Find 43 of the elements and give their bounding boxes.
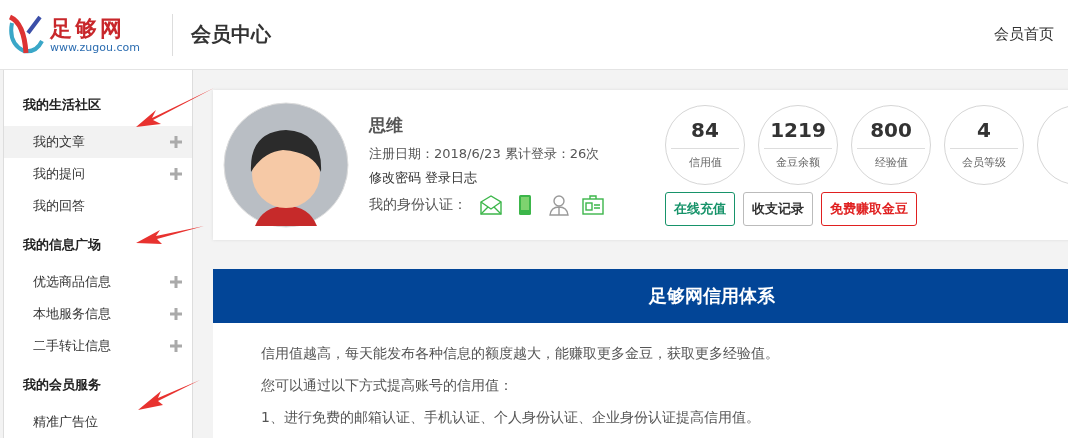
email-icon[interactable] bbox=[479, 192, 503, 217]
stat-value: 1219 bbox=[764, 117, 832, 149]
sidebar-section-title: 我的会员服务 bbox=[23, 376, 101, 394]
sidebar-section-title: 我的信息广场 bbox=[23, 236, 101, 254]
plus-icon[interactable] bbox=[170, 168, 182, 180]
sidebar-item[interactable]: 精准广告位 bbox=[4, 406, 192, 438]
plus-icon[interactable] bbox=[170, 308, 182, 320]
sidebar-item[interactable]: 二手转让信息 bbox=[4, 330, 192, 362]
logo-title: 足够网 bbox=[50, 15, 126, 41]
person-icon[interactable] bbox=[547, 192, 571, 217]
sidebar-item[interactable]: 本地服务信息 bbox=[4, 298, 192, 330]
stat-value: 84 bbox=[671, 117, 739, 149]
profile-link[interactable]: 登录日志 bbox=[425, 168, 477, 187]
banner-title: 足够网信用体系 bbox=[649, 284, 775, 308]
user-name: 思维 bbox=[369, 113, 404, 137]
stat-label: 经验值 bbox=[874, 154, 908, 170]
annotation-arrow bbox=[138, 380, 200, 410]
credit-paragraph: 1、进行免费的邮箱认证、手机认证、个人身份认证、企业身份认证提高信用值。 bbox=[261, 408, 761, 427]
sidebar-item[interactable]: 我的文章 bbox=[4, 126, 192, 158]
action-button[interactable]: 收支记录 bbox=[743, 191, 813, 226]
plus-icon[interactable] bbox=[170, 340, 182, 352]
stat-label: 信用值 bbox=[688, 154, 722, 170]
page-title: 会员中心 bbox=[191, 21, 271, 48]
stat-value: 800 bbox=[857, 117, 925, 149]
action-button[interactable]: 免费赚取金豆 bbox=[821, 191, 917, 226]
action-button[interactable]: 在线充值 bbox=[665, 191, 735, 226]
home-link[interactable]: 会员首页 bbox=[994, 25, 1054, 44]
plus-icon[interactable] bbox=[170, 136, 182, 148]
profile-link[interactable]: 修改密码 bbox=[369, 168, 421, 187]
credit-paragraph: 您可以通过以下方式提高账号的信用值： bbox=[261, 376, 514, 395]
plus-icon[interactable] bbox=[170, 276, 182, 288]
credit-paragraph: 信用值越高，每天能发布各种信息的额度越大，能赚取更多金豆，获取更多经验值。 bbox=[261, 344, 780, 363]
sidebar-item[interactable]: 我的回答 bbox=[4, 190, 192, 222]
sidebar-section-title: 我的生活社区 bbox=[23, 96, 101, 114]
sidebar-item[interactable]: 我的提问 bbox=[4, 158, 192, 190]
stat-label: 金豆余额 bbox=[776, 154, 820, 170]
register-info: 注册日期：2018/6/23 累计登录：26次 bbox=[369, 144, 601, 163]
sidebar-item[interactable]: 优选商品信息 bbox=[4, 266, 192, 298]
logo-url: www.zugou.com bbox=[50, 41, 140, 54]
idcard-icon[interactable] bbox=[581, 192, 605, 217]
stat-value: 4 bbox=[950, 117, 1018, 149]
verify-label: 我的身份认证： bbox=[369, 195, 467, 214]
stat-label: 会员等级 bbox=[962, 154, 1006, 170]
